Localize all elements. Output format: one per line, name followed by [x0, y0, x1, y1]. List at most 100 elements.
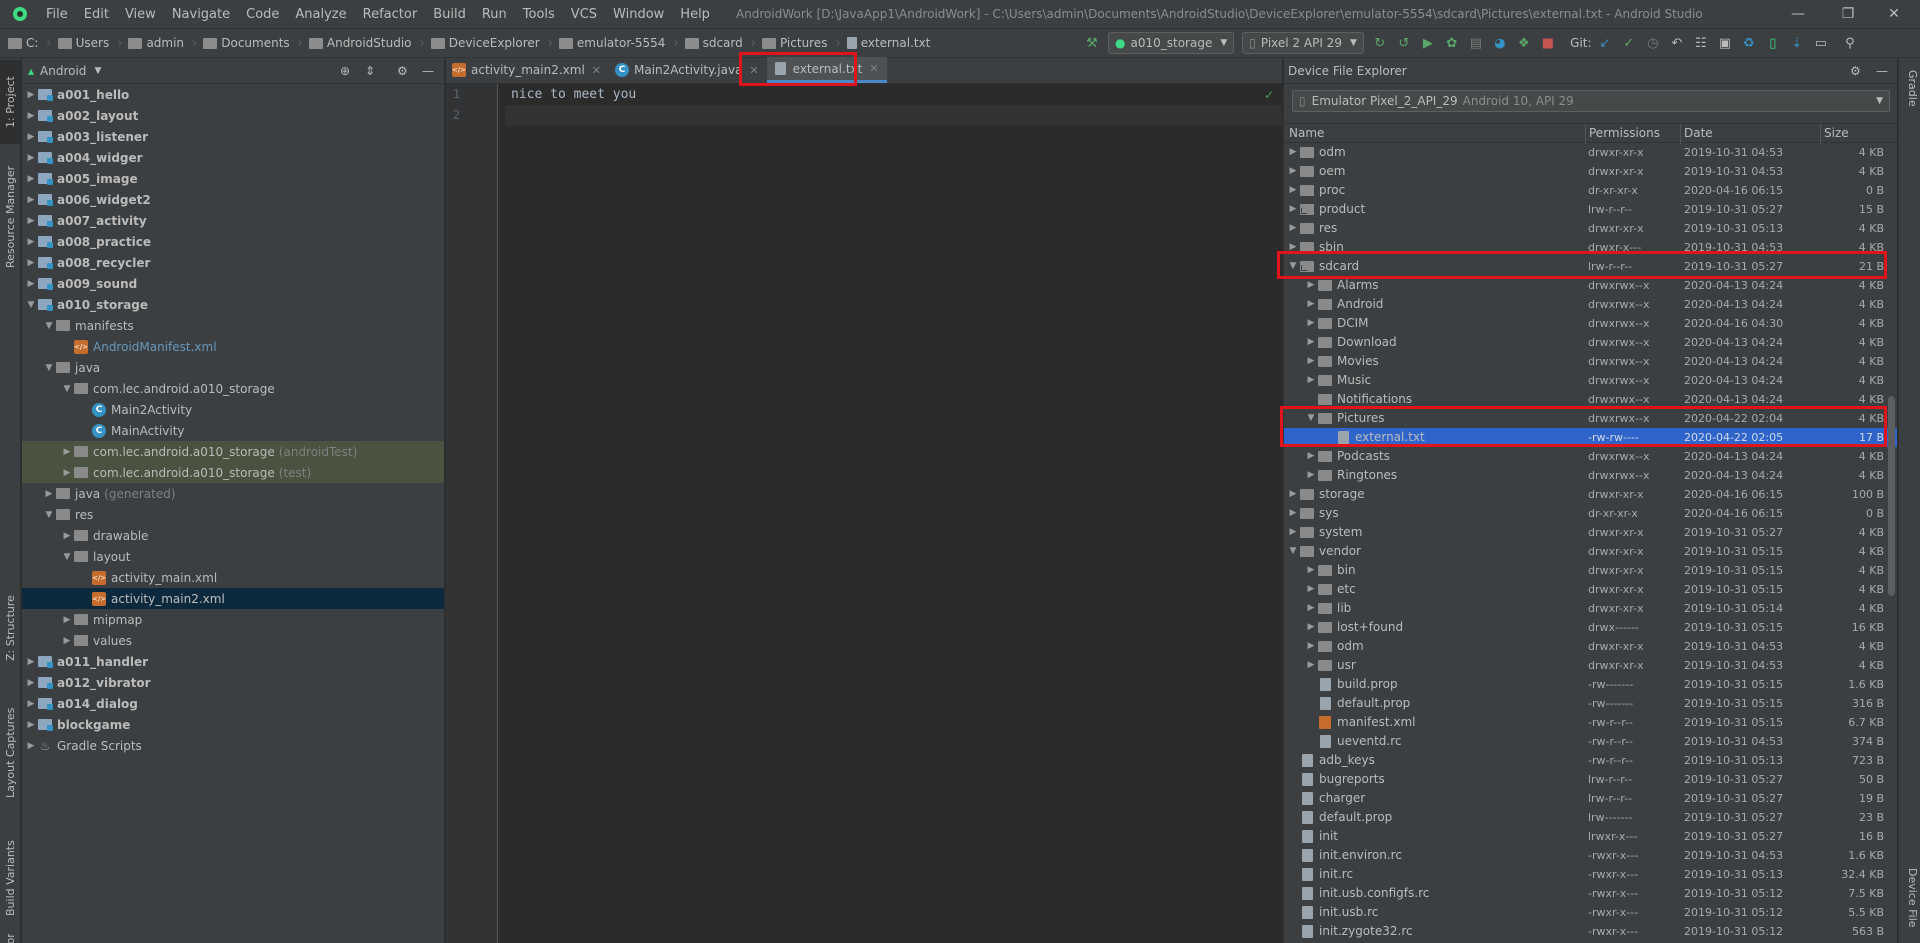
chevron-right-icon[interactable]: ▶	[24, 111, 38, 121]
tree-item[interactable]: ▶ a004_widger	[22, 147, 444, 168]
hide-panel-icon[interactable]: —	[1876, 64, 1888, 78]
avd-manager-icon[interactable]: ▯	[1762, 31, 1784, 55]
file-row[interactable]: build.prop -rw------- 2019-10-31 05:15 1.6 …	[1284, 675, 1897, 694]
file-row[interactable]: ▶ storage drwxr-xr-x 2020-04-16 06:15 100 B	[1284, 485, 1897, 504]
layout-inspector-icon[interactable]: ▣	[1714, 31, 1736, 55]
sdk-manager-icon[interactable]: ⇣	[1786, 31, 1808, 55]
chevron-right-icon[interactable]: ▶	[1286, 223, 1300, 233]
file-row[interactable]: ▶ usr drwxr-xr-x 2019-10-31 04:53 4 KB	[1284, 656, 1897, 675]
project-view-mode[interactable]: Android	[40, 64, 86, 78]
file-row[interactable]: ▶ system drwxr-xr-x 2019-10-31 05:27 4 KB	[1284, 523, 1897, 542]
run-config-select[interactable]: ● a010_storage ▼	[1108, 32, 1235, 54]
menu-navigate[interactable]: Navigate	[164, 7, 238, 22]
tab-build-variants[interactable]: Build Variants	[0, 828, 21, 928]
tree-item[interactable]: ▶ a008_recycler	[22, 252, 444, 273]
file-row[interactable]: bugreports lrw-r--r-- 2019-10-31 05:27 50 B	[1284, 770, 1897, 789]
collapse-all-icon[interactable]: ⇕	[365, 64, 375, 78]
chevron-right-icon[interactable]: ▶	[1286, 242, 1300, 252]
chevron-right-icon[interactable]: ▶	[1286, 527, 1300, 537]
col-date[interactable]: Date	[1684, 126, 1713, 140]
tab-structure[interactable]: Z: Structure	[0, 578, 21, 678]
chevron-right-icon[interactable]: ▶	[60, 468, 74, 478]
tree-item[interactable]: ▶ a011_handler	[22, 651, 444, 672]
tree-item[interactable]: ▶ ♨ Gradle Scripts	[22, 735, 444, 756]
file-row[interactable]: ▶ DCIM drwxrwx--x 2020-04-16 04:30 4 KB	[1284, 314, 1897, 333]
tab-layout-captures[interactable]: Layout Captures	[0, 688, 21, 818]
locate-icon[interactable]: ⊕	[340, 64, 350, 78]
breadcrumb-item[interactable]: Documents	[221, 36, 289, 50]
device-select[interactable]: ▯ Pixel 2 API 29 ▼	[1242, 32, 1364, 54]
file-row[interactable]: init lrwxr-x--- 2019-10-31 05:27 16 B	[1284, 827, 1897, 846]
chevron-right-icon[interactable]: ▶	[24, 741, 38, 751]
menu-analyze[interactable]: Analyze	[287, 7, 354, 22]
chevron-right-icon[interactable]: ▶	[24, 132, 38, 142]
chevron-right-icon[interactable]: ▶	[1304, 584, 1318, 594]
file-row[interactable]: init.zygote32.rc -rwxr-x--- 2019-10-31 05:…	[1284, 922, 1897, 941]
menu-tools[interactable]: Tools	[515, 7, 563, 22]
tab-device-file[interactable]: Device File	[1901, 868, 1919, 928]
close-tab-icon[interactable]: ✕	[749, 64, 758, 77]
file-row[interactable]: ▶ sbin drwxr-x--- 2019-10-31 04:53 4 KB	[1284, 238, 1897, 257]
file-row[interactable]: ▶ proc dr-xr-xr-x 2020-04-16 06:15 0 B	[1284, 181, 1897, 200]
git-history-icon[interactable]: ◷	[1642, 31, 1664, 55]
chevron-right-icon[interactable]: ▶	[24, 174, 38, 184]
file-row[interactable]: ▶ sys dr-xr-xr-x 2020-04-16 06:15 0 B	[1284, 504, 1897, 523]
chevron-right-icon[interactable]: ▶	[1304, 318, 1318, 328]
chevron-down-icon[interactable]: ▼	[1286, 546, 1300, 556]
git-rollback-icon[interactable]: ↶	[1666, 31, 1688, 55]
close-icon[interactable]: ✕	[1872, 0, 1916, 28]
chevron-right-icon[interactable]: ▶	[1304, 470, 1318, 480]
file-row[interactable]: ueventd.rc -rw-r--r-- 2019-10-31 04:53 374 …	[1284, 732, 1897, 751]
tree-item[interactable]: ▼ java	[22, 357, 444, 378]
gear-icon[interactable]: ⚙	[1850, 64, 1861, 78]
chevron-right-icon[interactable]: ▶	[1304, 565, 1318, 575]
chevron-right-icon[interactable]: ▶	[60, 636, 74, 646]
chevron-right-icon[interactable]: ▶	[1286, 147, 1300, 157]
tree-item[interactable]: ▶ a007_activity	[22, 210, 444, 231]
tree-item[interactable]: ▼ manifests	[22, 315, 444, 336]
file-row[interactable]: init.rc -rwxr-x--- 2019-10-31 05:13 32.4 KB	[1284, 865, 1897, 884]
file-row[interactable]: ▼ sdcard lrw-r--r-- 2019-10-31 05:27 21 B	[1284, 257, 1897, 276]
chevron-right-icon[interactable]: ▶	[1304, 660, 1318, 670]
chevron-down-icon[interactable]: ▼	[42, 321, 56, 331]
chevron-right-icon[interactable]: ▶	[1286, 204, 1300, 214]
file-row[interactable]: ▼ vendor drwxr-xr-x 2019-10-31 05:15 4 KB	[1284, 542, 1897, 561]
breadcrumb-item[interactable]: external.txt	[861, 36, 931, 50]
apply-code-changes-icon[interactable]: ↺	[1393, 31, 1415, 55]
tree-item[interactable]: ▶ a012_vibrator	[22, 672, 444, 693]
chevron-right-icon[interactable]: ▶	[1304, 375, 1318, 385]
close-tab-icon[interactable]: ✕	[592, 64, 601, 77]
chevron-right-icon[interactable]: ▶	[1304, 622, 1318, 632]
file-row[interactable]: ▶ lib drwxr-xr-x 2019-10-31 05:14 4 KB	[1284, 599, 1897, 618]
tree-item[interactable]: ▶ com.lec.android.a010_storage (androidTes…	[22, 441, 444, 462]
tree-item[interactable]: ▶ a003_listener	[22, 126, 444, 147]
editor-tab[interactable]: C Main2Activity.java ✕	[609, 57, 767, 83]
git-update-icon[interactable]: ↙	[1594, 31, 1616, 55]
menu-build[interactable]: Build	[425, 7, 474, 22]
tree-item[interactable]: ▶ a009_sound	[22, 273, 444, 294]
tree-item[interactable]: </> activity_main.xml	[22, 567, 444, 588]
file-row[interactable]: external.txt -rw-rw---- 2020-04-22 02:05 17…	[1284, 428, 1897, 447]
chevron-down-icon[interactable]: ▼	[60, 384, 74, 394]
chevron-down-icon[interactable]: ▼	[60, 552, 74, 562]
tree-item[interactable]: C Main2Activity	[22, 399, 444, 420]
file-row[interactable]: manifest.xml -rw-r--r-- 2019-10-31 05:15 6.…	[1284, 713, 1897, 732]
tree-item[interactable]: ▶ a002_layout	[22, 105, 444, 126]
chevron-right-icon[interactable]: ▶	[60, 447, 74, 457]
file-row[interactable]: init.usb.configfs.rc -rwxr-x--- 2019-10-31…	[1284, 884, 1897, 903]
chevron-right-icon[interactable]: ▶	[24, 657, 38, 667]
file-row[interactable]: ▶ Android drwxrwx--x 2020-04-13 04:24 4 KB	[1284, 295, 1897, 314]
file-row[interactable]: adb_keys -rw-r--r-- 2019-10-31 05:13 723 B	[1284, 751, 1897, 770]
apply-changes-icon[interactable]: ↻	[1369, 31, 1391, 55]
chevron-down-icon[interactable]: ▼	[42, 510, 56, 520]
editor-tab[interactable]: external.txt ✕	[766, 57, 887, 83]
tree-item[interactable]: ▶ com.lec.android.a010_storage (test)	[22, 462, 444, 483]
tree-item[interactable]: ▶ a005_image	[22, 168, 444, 189]
chevron-right-icon[interactable]: ▶	[24, 216, 38, 226]
file-row[interactable]: ▼ Pictures drwxrwx--x 2020-04-22 02:04 4 KB	[1284, 409, 1897, 428]
col-size[interactable]: Size	[1824, 126, 1849, 140]
tree-item[interactable]: ▶ blockgame	[22, 714, 444, 735]
menu-window[interactable]: Window	[605, 7, 672, 22]
editor-tab[interactable]: </> activity_main2.xml ✕	[446, 57, 609, 83]
chevron-right-icon[interactable]: ▶	[24, 90, 38, 100]
